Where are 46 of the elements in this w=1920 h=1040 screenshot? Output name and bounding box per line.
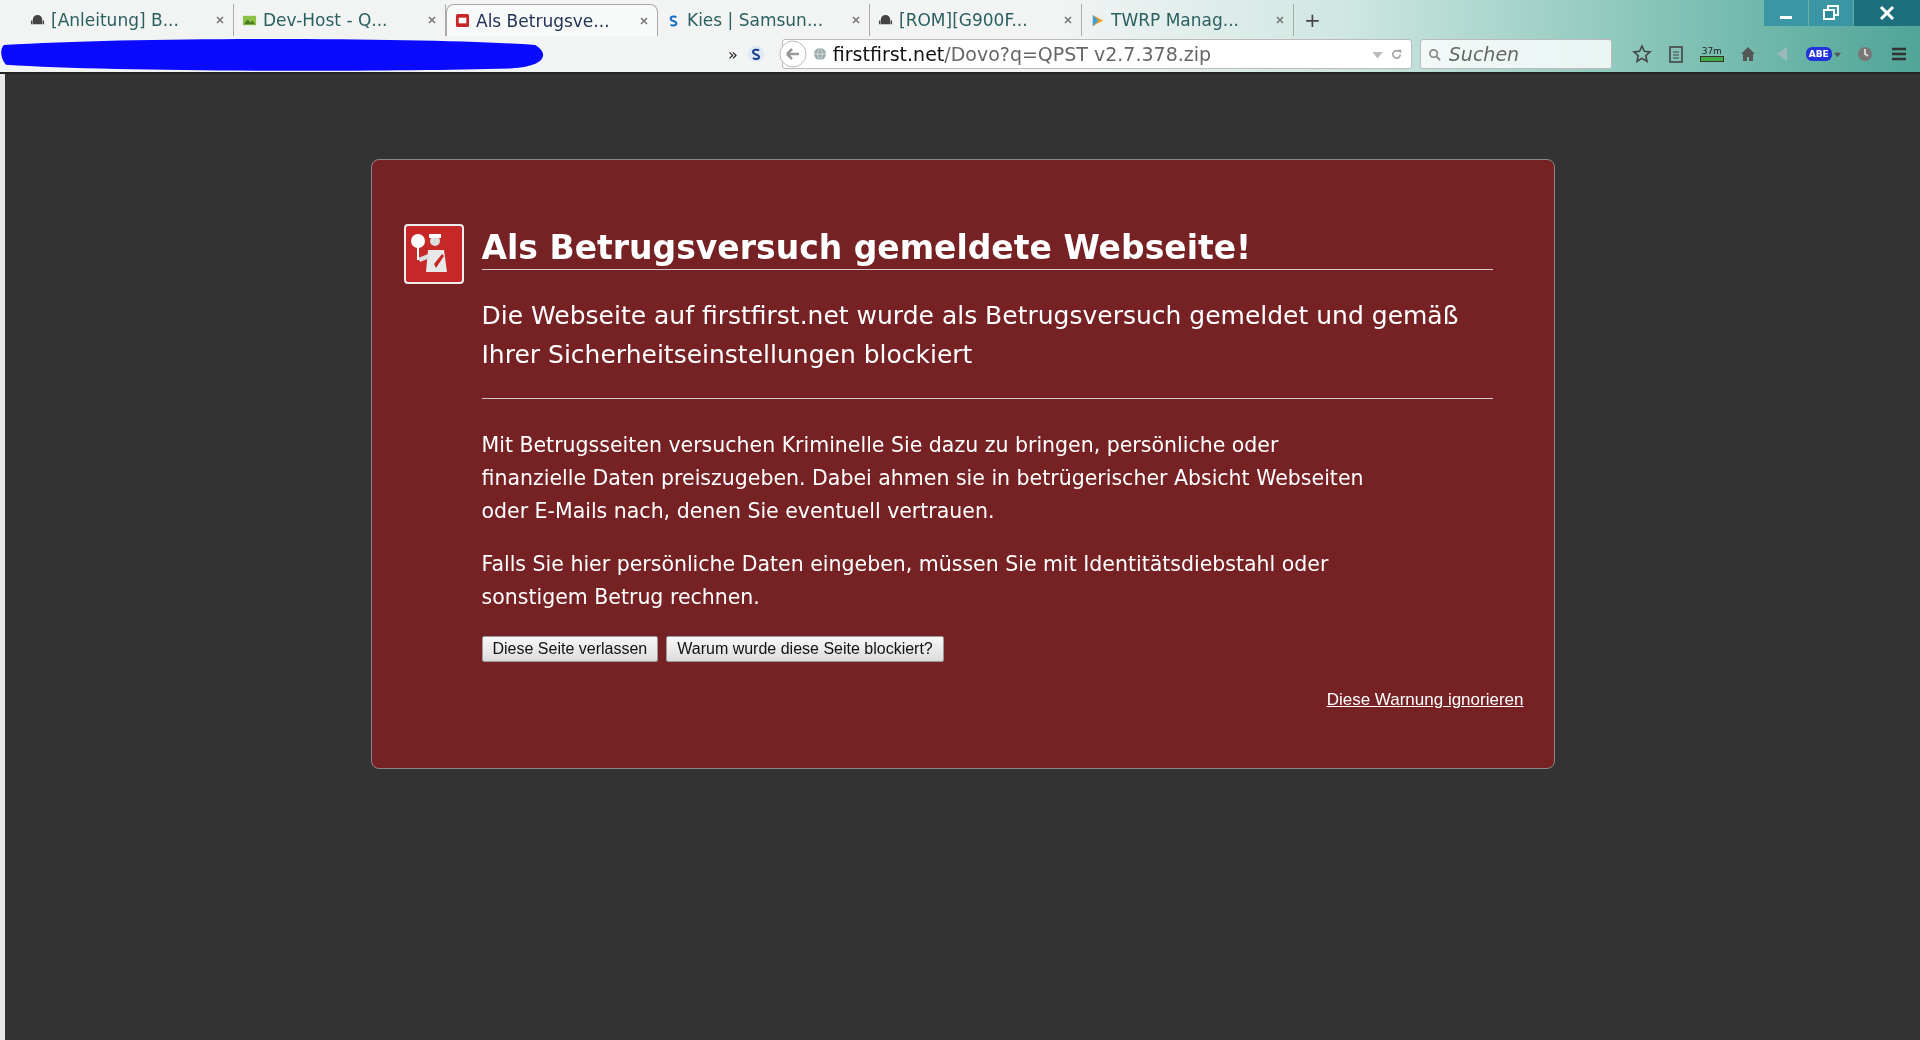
tab-title: TWRP Manag... — [1111, 10, 1240, 30]
close-button[interactable] — [1854, 0, 1920, 26]
back-icon[interactable] — [778, 40, 807, 68]
play-icon — [1090, 12, 1105, 28]
browser-tab[interactable]: Als Betrugsve... — [446, 4, 658, 36]
warning-subtitle: Die Webseite auf firstfirst.net wurde als Betrugsversuch gemeldet und gemäß Ihrer Sicherheitseinstellungen blockiert — [481, 300, 1460, 371]
tab-title: [ROM][G900F... — [899, 10, 1029, 30]
search-field[interactable]: Suchen — [1419, 39, 1612, 69]
tab-title: Dev-Host - Q... — [263, 10, 389, 30]
warning-paragraph: Falls Sie hier persönliche Daten eingeben, müssen Sie mit Identitätsdiebstahl oder sonstigem Betrug rechnen. — [481, 551, 1330, 611]
close-icon — [1877, 3, 1897, 23]
browser-tab[interactable]: [Anleitung] B... — [22, 4, 234, 36]
tab-title: [Anleitung] B... — [51, 10, 180, 30]
warning-paragraph: Mit Betrugsseiten versuchen Kriminelle Sie dazu zu bringen, persönliche oder finanzielle Daten preiszugeben. Dabei ahmen sie in betrügerischer Absicht Webseiten oder E-Mails nach, denen Sie eventuell vertrauen. — [481, 432, 1365, 525]
browser-tab[interactable]: TWRP Manag... — [1082, 4, 1294, 36]
warning-title: Als Betrugsversuch gemeldete Webseite! — [481, 228, 1493, 270]
browser-tab[interactable]: Kies | Samsun... — [658, 4, 870, 36]
close-icon[interactable] — [1063, 15, 1073, 25]
download-indicator[interactable]: 37m — [1699, 46, 1724, 62]
url-text: firstfirst.net/Dovo?q=QPST v2.7.378.zip — [832, 43, 1213, 65]
restore-button[interactable] — [1809, 0, 1853, 26]
close-icon[interactable] — [215, 15, 225, 25]
caret-icon — [1833, 50, 1841, 58]
search-icon — [1427, 48, 1441, 61]
minimize-icon — [1780, 15, 1792, 19]
s-logo-icon[interactable] — [745, 44, 766, 64]
close-icon[interactable] — [851, 15, 861, 25]
restore-icon — [1821, 3, 1841, 23]
reload-icon[interactable] — [1389, 47, 1403, 61]
star-icon[interactable] — [1631, 44, 1652, 64]
browser-tab[interactable]: [ROM][G900F... — [870, 4, 1082, 36]
warning-page-icon — [455, 13, 470, 28]
tab-title: Als Betrugsve... — [476, 10, 611, 31]
globe-icon — [812, 47, 827, 61]
close-icon[interactable] — [639, 15, 649, 26]
ignore-warning-link[interactable]: Diese Warnung ignorieren — [1326, 690, 1524, 710]
new-tab-button[interactable]: + — [1294, 8, 1331, 36]
bookmarks-overflow[interactable]: » — [728, 44, 738, 64]
warning-button[interactable]: Warum wurde diese Seite blockiert? — [666, 636, 944, 662]
minimize-button[interactable] — [1764, 0, 1808, 26]
address-bar[interactable]: firstfirst.net/Dovo?q=QPST v2.7.378.zip — [781, 39, 1412, 69]
officer-sign-icon — [403, 224, 464, 284]
close-icon[interactable] — [1275, 15, 1285, 25]
close-icon[interactable] — [427, 15, 437, 25]
warning-button[interactable]: Diese Seite verlassen — [481, 636, 659, 662]
tab-title: Kies | Samsun... — [687, 10, 825, 30]
